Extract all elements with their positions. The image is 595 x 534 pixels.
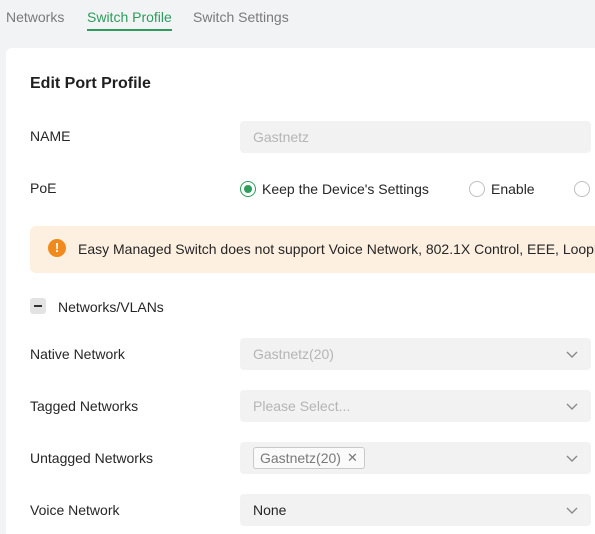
chevron-down-icon (566, 507, 578, 514)
page-title: Edit Port Profile (30, 75, 151, 92)
warning-icon: ! (48, 239, 66, 257)
name-input-value: Gastnetz (253, 129, 310, 145)
tab-switch-profile[interactable]: Switch Profile (87, 9, 172, 31)
poe-option-label: Keep the Device's Settings (262, 181, 429, 197)
radio-unchecked-icon (574, 181, 590, 197)
alert-text: Easy Managed Switch does not support Voi… (78, 241, 595, 257)
minus-icon[interactable] (30, 298, 46, 314)
voice-network-label: Voice Network (30, 502, 120, 518)
radio-checked-icon (240, 181, 256, 197)
tab-switch-settings[interactable]: Switch Settings (193, 9, 289, 29)
voice-network-value: None (253, 502, 287, 518)
network-tag-label: Gastnetz(20) (260, 450, 341, 466)
networks-section-label: Networks/VLANs (58, 299, 164, 315)
tagged-networks-select[interactable]: Please Select... (240, 390, 591, 422)
native-network-select[interactable]: Gastnetz(20) (240, 338, 591, 370)
chevron-down-icon (566, 403, 578, 410)
untagged-networks-select[interactable]: Gastnetz(20) ✕ (240, 442, 591, 474)
tab-bar: Networks Switch Profile Switch Settings (0, 0, 595, 40)
name-label: NAME (30, 128, 71, 144)
tab-networks[interactable]: Networks (6, 9, 64, 29)
chevron-down-icon (566, 351, 578, 358)
native-network-value: Gastnetz(20) (253, 346, 334, 362)
close-icon[interactable]: ✕ (347, 450, 358, 466)
radio-unchecked-icon (469, 181, 485, 197)
tagged-networks-label: Tagged Networks (30, 398, 139, 414)
poe-option-label: Enable (491, 181, 535, 197)
network-tag: Gastnetz(20) ✕ (253, 447, 365, 469)
chevron-down-icon (566, 455, 578, 462)
poe-label: PoE (30, 180, 57, 196)
native-network-label: Native Network (30, 346, 125, 362)
edit-port-profile-panel: Edit Port Profile NAME Gastnetz PoE Keep… (6, 48, 595, 534)
tagged-networks-placeholder: Please Select... (253, 398, 351, 414)
name-input[interactable]: Gastnetz (240, 121, 591, 153)
voice-network-select[interactable]: None (240, 494, 591, 526)
warning-alert: ! Easy Managed Switch does not support V… (30, 226, 595, 273)
untagged-networks-label: Untagged Networks (30, 450, 153, 466)
